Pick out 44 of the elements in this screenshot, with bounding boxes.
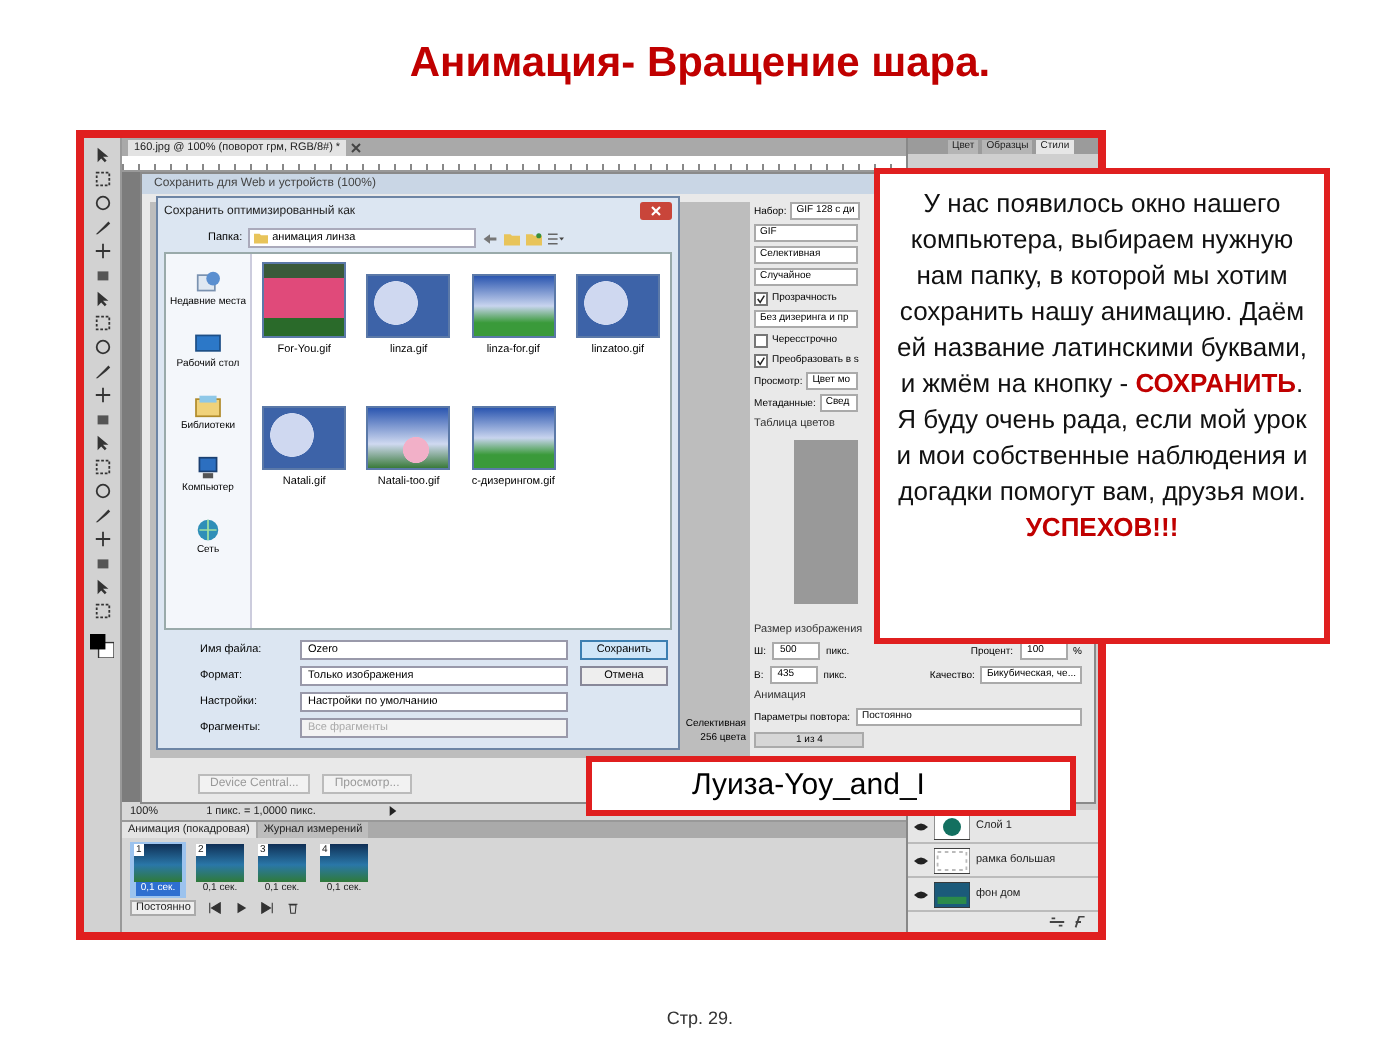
place-icon (194, 456, 222, 480)
eye-icon[interactable] (914, 855, 928, 865)
rewind-icon[interactable] (208, 902, 223, 914)
eye-icon[interactable] (914, 889, 928, 899)
photo-placeholder (366, 406, 451, 470)
slide-title: Анимация- Вращение шара. (409, 38, 991, 90)
place-icon (194, 394, 222, 418)
checkbox[interactable] (754, 291, 768, 305)
checkbox[interactable] (754, 333, 768, 347)
photo-placeholder (262, 262, 347, 338)
checkbox[interactable] (754, 353, 768, 367)
photo-placeholder (134, 844, 182, 882)
layer-style-icon[interactable] (1072, 916, 1090, 928)
tool-icon[interactable] (93, 386, 111, 404)
folder-icon (254, 232, 269, 244)
link-icon[interactable] (1048, 916, 1066, 928)
page-number: Стр. 29. (666, 1008, 734, 1028)
trash-icon[interactable] (286, 902, 301, 914)
close-icon[interactable] (640, 202, 672, 220)
eye-icon[interactable] (914, 821, 928, 831)
callout-text: Я буду очень рада, если мой урок и мои собственные наблюдения и догадки помогут вам, друзья мои. (894, 402, 1310, 510)
photo-placeholder (471, 274, 556, 338)
photo-placeholder (196, 844, 244, 882)
back-icon[interactable] (482, 231, 499, 245)
photo-placeholder (471, 406, 556, 470)
forward-icon[interactable] (260, 902, 275, 914)
callout-text: УСПЕХОВ!!! (1023, 510, 1181, 546)
place-icon (194, 332, 222, 356)
layer-thumbnail-icon (934, 847, 970, 873)
photo-placeholder (262, 406, 347, 470)
tool-icon[interactable] (93, 242, 111, 260)
new-folder-icon[interactable] (526, 231, 543, 245)
photo-placeholder (320, 844, 368, 882)
place-icon (194, 270, 222, 294)
close-icon[interactable] (350, 142, 363, 154)
place-icon (194, 518, 222, 542)
photo-placeholder (258, 844, 306, 882)
play-icon[interactable] (234, 902, 249, 914)
color-swatch-icon[interactable] (90, 634, 114, 658)
view-menu-icon[interactable] (548, 231, 565, 245)
layer-thumbnail-icon (934, 881, 970, 907)
photo-placeholder (575, 274, 660, 338)
photo-placeholder (366, 274, 451, 338)
tool-icon[interactable] (93, 530, 111, 548)
